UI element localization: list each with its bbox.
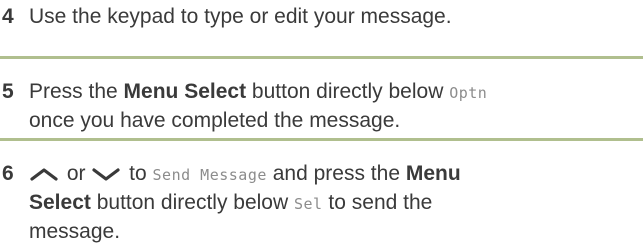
text-segment: once you have completed the message. (29, 109, 401, 132)
softkey-sel: Sel (293, 195, 323, 213)
divider (0, 138, 643, 141)
text-segment: Press the (29, 80, 124, 103)
text-segment: button directly below (246, 80, 450, 103)
menu-select-label: Menu Select (123, 80, 247, 103)
softkey-optn: Optn (449, 84, 488, 102)
step-number: 4 (2, 5, 14, 28)
up-arrow-icon (29, 166, 59, 182)
select-label: Select (29, 191, 91, 214)
menu-label: Menu (405, 162, 461, 185)
down-arrow-icon (91, 166, 121, 182)
text-segment: or (61, 162, 92, 185)
divider (0, 56, 643, 59)
step-text: Use the keypad to type or edit your mess… (29, 5, 452, 28)
step-text: Press the Menu Select button directly be… (29, 78, 641, 134)
text-segment: button directly below (90, 191, 294, 214)
text-segment: message. (29, 220, 121, 243)
step-number: 6 (2, 162, 14, 185)
text-segment: to send the (322, 191, 433, 214)
text-segment: and press the (266, 162, 406, 185)
step-text: or to Send Message and press the Menu Se… (29, 160, 641, 245)
step-number: 5 (2, 80, 14, 103)
text-segment: to (123, 162, 153, 185)
menu-item-send-message: Send Message (152, 166, 267, 184)
